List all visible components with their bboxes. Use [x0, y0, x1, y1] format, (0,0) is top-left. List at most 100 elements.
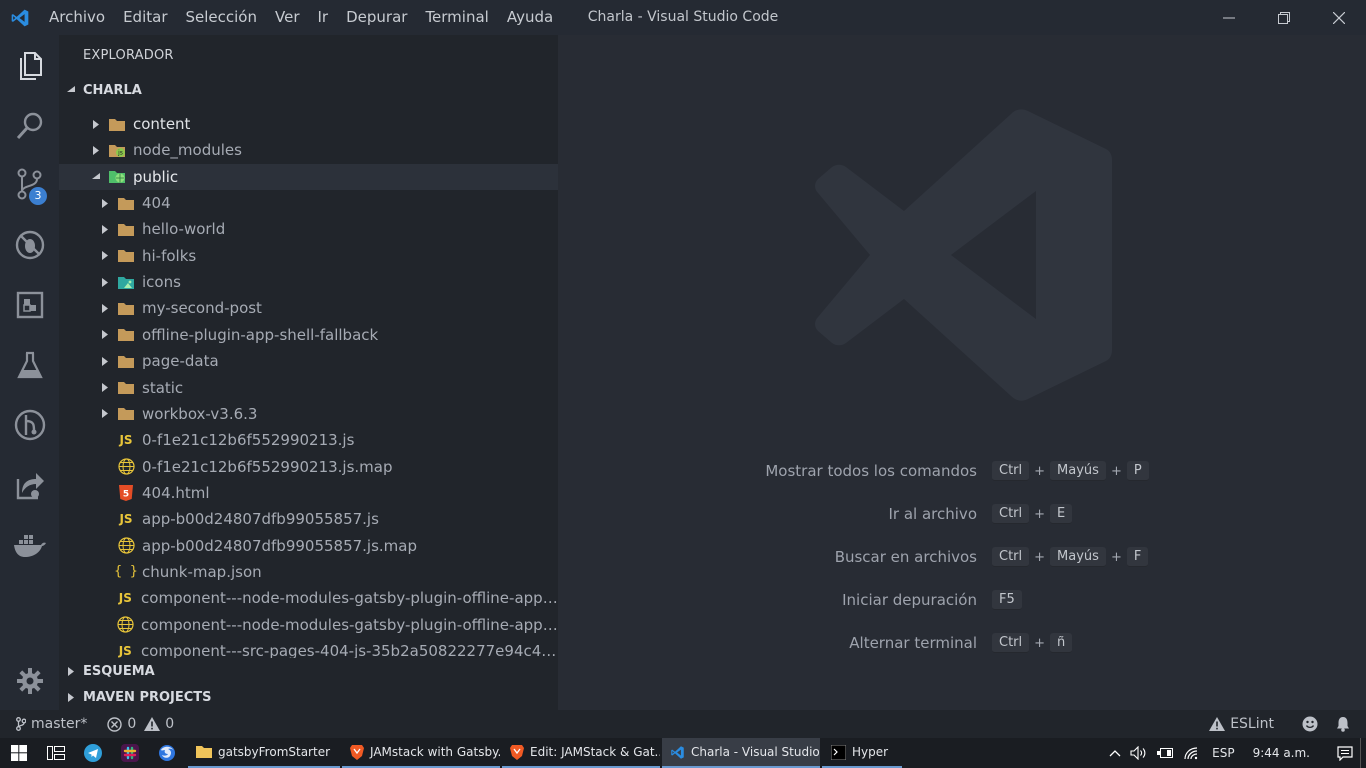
tree-folder[interactable]: workbox-v3.6.3 [59, 401, 558, 427]
chevron-up-icon[interactable] [1104, 738, 1126, 768]
menu-item-editar[interactable]: Editar [114, 0, 176, 35]
taskbar-task[interactable]: JAMstack with Gatsby... [342, 738, 500, 768]
folder-icon [116, 325, 136, 345]
task-view-icon[interactable] [37, 738, 74, 768]
tree-folder[interactable]: js node_modules [59, 137, 558, 163]
keybinding-key: F5 [992, 590, 1022, 610]
folder-icon [107, 114, 127, 134]
tree-file[interactable]: JS app-b00d24807dfb99055857.js [59, 506, 558, 532]
tree-folder[interactable]: icons [59, 269, 558, 295]
taskbar-task-label: Edit: JAMStack & Gat... [530, 745, 660, 759]
tree-file[interactable]: 5 404.html [59, 480, 558, 506]
menu-item-terminal[interactable]: Terminal [416, 0, 497, 35]
tree-file[interactable]: 0-f1e21c12b6f552990213.js.map [59, 454, 558, 480]
firefox-icon[interactable] [148, 738, 185, 768]
menu-item-ver[interactable]: Ver [266, 0, 309, 35]
battery-icon[interactable] [1152, 738, 1178, 768]
taskbar-task[interactable]: gatsbyFromStarter [188, 738, 340, 768]
maven-section[interactable]: MAVEN PROJECTS [59, 684, 558, 710]
tree-file[interactable]: JS component---src-pages-404-js-35b2a5082… [59, 638, 558, 658]
branch-status[interactable]: master* [0, 710, 87, 738]
minimize-button[interactable] [1201, 0, 1256, 35]
keybinding-key: Ctrl [992, 504, 1030, 524]
menu-item-ir[interactable]: Ir [309, 0, 338, 35]
tree-item-label: 404.html [142, 483, 210, 502]
keybinding-key: Ctrl [992, 547, 1030, 567]
taskbar-task[interactable]: Charla - Visual Studio... [662, 738, 820, 768]
chevron-down-icon [89, 164, 103, 190]
volume-icon[interactable] [1126, 738, 1152, 768]
slack-icon[interactable] [111, 738, 148, 768]
menu-item-depurar[interactable]: Depurar [337, 0, 416, 35]
feedback-smiley-icon[interactable] [1302, 710, 1336, 738]
tree-folder[interactable]: content [59, 111, 558, 137]
tree-item-label: page-data [142, 352, 219, 371]
keybinding-key: Ctrl [992, 633, 1030, 653]
outline-label: ESQUEMA [83, 663, 155, 679]
tree-folder[interactable]: static [59, 375, 558, 401]
live-share-icon[interactable] [0, 457, 59, 513]
telegram-icon[interactable] [74, 738, 111, 768]
tree-folder[interactable]: public [59, 163, 558, 190]
menu-item-ayuda[interactable]: Ayuda [498, 0, 562, 35]
shortcut-label[interactable]: Iniciar depuración [558, 591, 992, 609]
debug-icon[interactable] [0, 217, 59, 273]
system-tray: ESP 9:44 a.m. [1104, 738, 1366, 768]
docker-icon[interactable] [0, 517, 59, 573]
plus-sign: + [1034, 635, 1046, 651]
eslint-label: ESLint [1230, 716, 1274, 732]
tree-file[interactable]: JS 0-f1e21c12b6f552990213.js [59, 427, 558, 453]
file-tree: content js node_modules public 404 hello-worl… [59, 103, 558, 658]
tree-folder[interactable]: hello-world [59, 216, 558, 242]
tree-file[interactable]: JS component---node-modules-gatsby-plugin… [59, 585, 558, 611]
taskbar-task[interactable]: Edit: JAMStack & Gat... [502, 738, 660, 768]
tree-file[interactable]: app-b00d24807dfb99055857.js.map [59, 533, 558, 559]
gitlens-icon[interactable] [0, 397, 59, 453]
shortcut-label[interactable]: Alternar terminal [558, 634, 992, 652]
menu-item-archivo[interactable]: Archivo [40, 0, 114, 35]
clock[interactable]: 9:44 a.m. [1243, 746, 1330, 760]
javascript-file-icon: JS [118, 591, 132, 606]
show-desktop-button[interactable] [1360, 738, 1366, 768]
error-icon [107, 716, 123, 732]
eslint-status[interactable]: ESLint [1209, 710, 1302, 738]
tree-folder[interactable]: hi-folks [59, 243, 558, 269]
close-button[interactable] [1311, 0, 1366, 35]
wifi-icon[interactable] [1178, 738, 1204, 768]
tree-folder[interactable]: page-data [59, 348, 558, 374]
search-icon[interactable] [0, 98, 59, 154]
menu-item-selección[interactable]: Selección [177, 0, 267, 35]
title-bar: Archivo Editar Selección Ver Ir Depurar Termin… [0, 0, 1366, 35]
shortcut-label[interactable]: Mostrar todos los comandos [558, 462, 992, 480]
outline-section[interactable]: ESQUEMA [59, 658, 558, 684]
source-map-globe-icon [116, 536, 136, 556]
bell-icon[interactable] [1336, 710, 1366, 738]
tree-file[interactable]: component---node-modules-gatsby-plugin-o… [59, 612, 558, 638]
test-flask-icon[interactable] [0, 337, 59, 393]
tree-folder[interactable]: my-second-post [59, 295, 558, 321]
workspace-header[interactable]: CHARLA [59, 77, 558, 103]
status-right: ESLint [1209, 710, 1366, 738]
problems-status[interactable]: 0 0 [87, 710, 174, 738]
restore-button[interactable] [1256, 0, 1311, 35]
shortcut-label[interactable]: Ir al archivo [558, 505, 992, 523]
vscode-icon [670, 744, 685, 760]
windows-start-icon[interactable] [0, 738, 37, 768]
shortcut-label[interactable]: Buscar en archivos [558, 548, 992, 566]
keybinding-key: Mayús [1050, 461, 1106, 481]
source-control-icon[interactable] [0, 156, 59, 212]
files-icon[interactable] [0, 38, 59, 94]
images-folder-icon [116, 272, 136, 292]
notifications-icon[interactable] [1330, 738, 1360, 768]
extensions-icon[interactable] [0, 277, 59, 333]
language-indicator[interactable]: ESP [1204, 746, 1242, 760]
folder-icon [116, 219, 136, 239]
tree-folder[interactable]: 404 [59, 190, 558, 216]
chevron-right-icon [59, 692, 83, 702]
taskbar-task[interactable]: Hyper [822, 738, 902, 768]
tree-folder[interactable]: offline-plugin-app-shell-fallback [59, 322, 558, 348]
gear-icon[interactable] [0, 653, 59, 709]
chevron-down-icon [59, 86, 83, 94]
tree-file[interactable]: { } chunk-map.json [59, 559, 558, 585]
